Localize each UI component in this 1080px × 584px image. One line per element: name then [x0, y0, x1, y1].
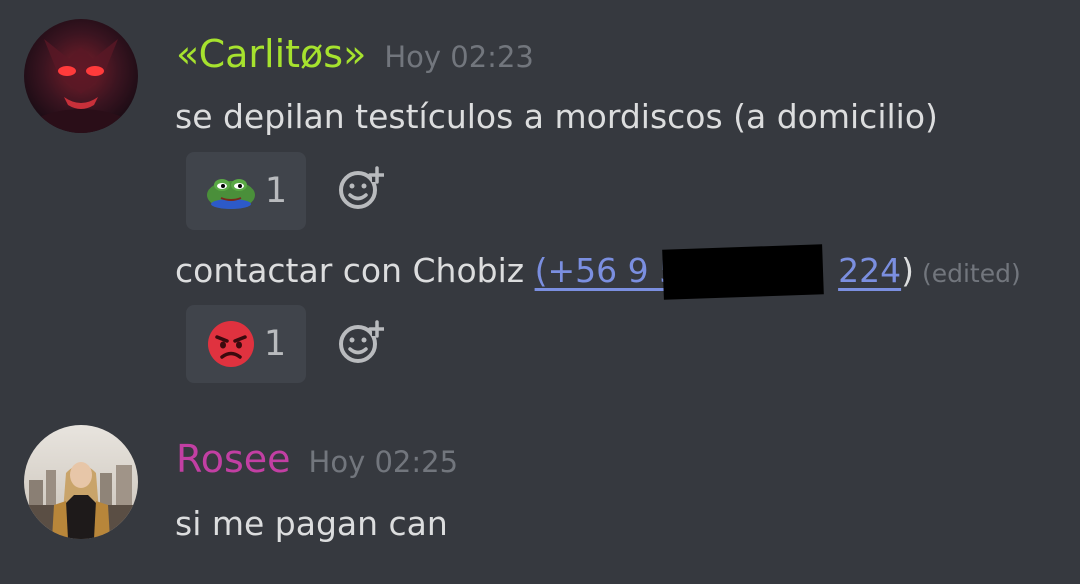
message-header: Rosee Hoy 02:25 — [176, 437, 458, 481]
timestamp: Hoy 02:25 — [308, 445, 459, 479]
avatar-demon-icon — [24, 19, 138, 133]
username[interactable]: «Carlitøs» — [176, 32, 366, 76]
add-reaction-icon[interactable] — [336, 318, 384, 366]
angry-face-icon — [207, 321, 254, 367]
avatar[interactable] — [24, 19, 138, 133]
message-text: si me pagan can — [175, 504, 448, 543]
timestamp: Hoy 02:23 — [384, 40, 534, 74]
reaction-button[interactable]: 1 — [186, 305, 306, 383]
reaction-button[interactable]: 1 — [186, 152, 306, 230]
message-text: contactar con Chobiz (+56 9 5 224) (edited… — [175, 244, 1021, 300]
message-text-body: contactar con Chobiz — [175, 251, 535, 290]
avatar[interactable] — [24, 425, 138, 539]
phone-link[interactable]: (+56 9 5 224 — [535, 244, 901, 300]
avatar-photo-icon — [24, 425, 138, 539]
reaction-count: 1 — [264, 171, 288, 211]
chat-view: «Carlitøs» Hoy 02:23 se depilan testícul… — [0, 0, 1080, 584]
message-text: se depilan testículos a mordiscos (a dom… — [175, 97, 938, 136]
edited-label: (edited) — [921, 259, 1021, 288]
pepe-frog-icon — [206, 179, 255, 209]
add-reaction-icon[interactable] — [336, 164, 384, 212]
reaction-count: 1 — [263, 324, 287, 364]
username[interactable]: Rosee — [176, 437, 291, 481]
message-header: «Carlitøs» Hoy 02:23 — [176, 32, 534, 76]
redaction-block — [661, 244, 824, 300]
